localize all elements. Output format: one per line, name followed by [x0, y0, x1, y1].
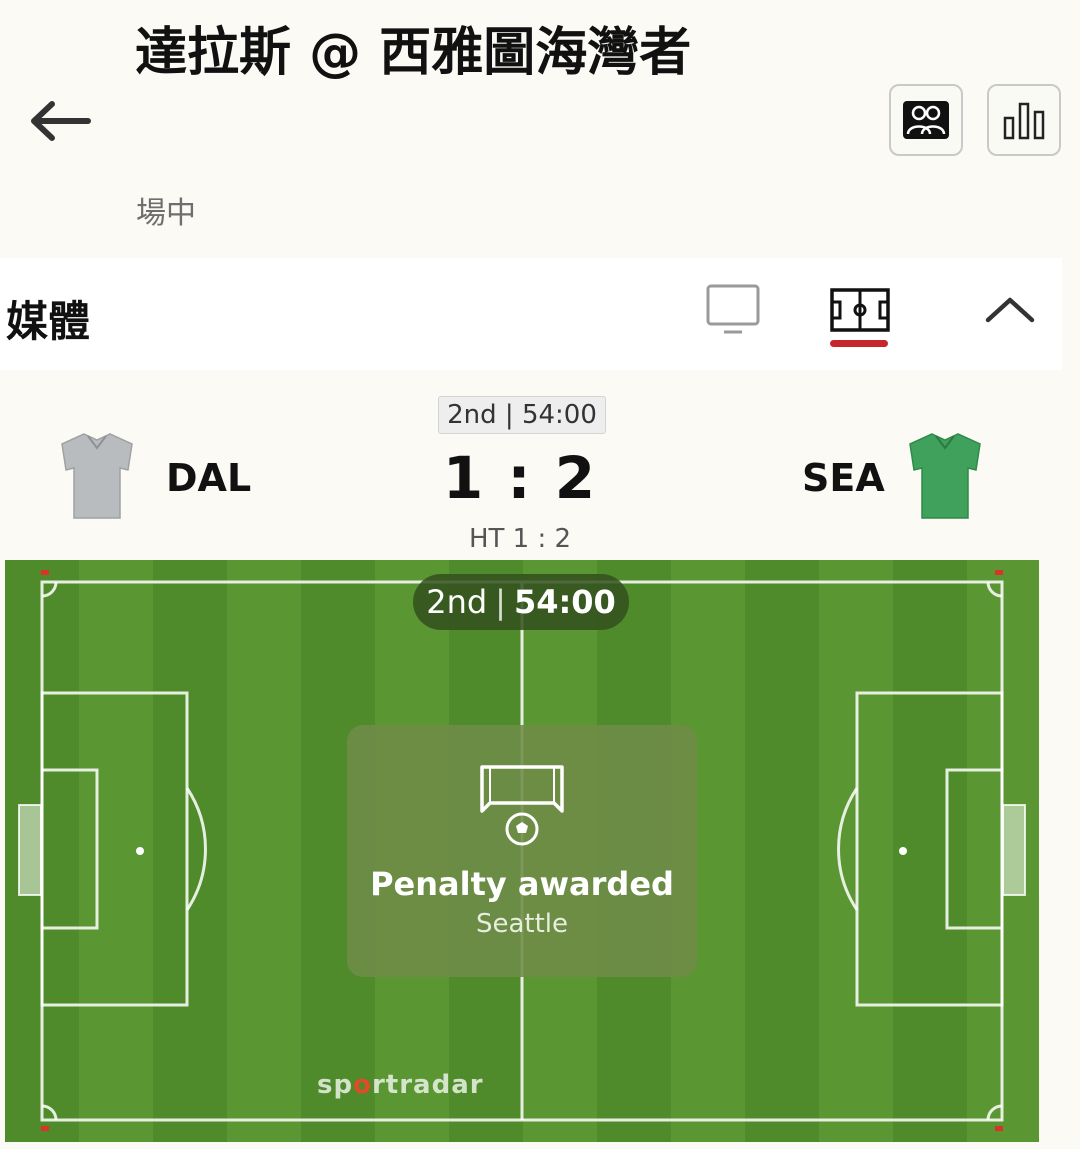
away-shirt-icon — [909, 433, 981, 519]
halftime-score: HT 1 : 2 — [468, 524, 572, 554]
collapse-button[interactable] — [982, 288, 1038, 328]
active-tab-indicator — [830, 340, 888, 347]
page-title: 達拉斯 @ 西雅圖海灣者 — [135, 23, 692, 83]
event-card: Penalty awarded Seattle — [347, 725, 697, 977]
lineups-button[interactable] — [889, 84, 963, 156]
period-time-badge: 2nd | 54:00 — [438, 396, 606, 434]
match-score: 1 : 2 — [442, 444, 598, 512]
media-section-header: 媒體 — [0, 258, 1062, 370]
lineups-icon — [903, 101, 949, 139]
tab-pitch[interactable] — [826, 284, 894, 342]
back-button[interactable] — [26, 96, 92, 146]
penalty-goal-icon — [480, 765, 564, 846]
pitch-time: 54:00 — [513, 583, 616, 621]
tab-tv[interactable] — [700, 280, 766, 340]
home-team-name: DAL — [166, 456, 252, 500]
scoreboard: 2nd | 54:00 DAL 1 : 2 HT 1 : 2 SEA — [0, 370, 1062, 560]
event-team: Seattle — [475, 909, 569, 939]
pitch-clock: 2nd | 54:00 — [413, 574, 629, 630]
chevron-up-icon — [985, 297, 1035, 323]
stats-bar-chart-icon — [1003, 102, 1045, 140]
home-shirt-icon — [61, 433, 133, 519]
arrow-left-icon — [31, 101, 91, 141]
media-title: 媒體 — [6, 297, 91, 346]
pitch-clock-separator: | — [495, 583, 506, 621]
tv-icon — [706, 284, 760, 334]
match-status: 場中 — [136, 196, 196, 231]
match-tracker-pitch[interactable]: 2nd | 54:00 Penalty awarded Seattle spor… — [5, 560, 1039, 1142]
event-title: Penalty awarded — [370, 865, 674, 903]
stats-button[interactable] — [987, 84, 1061, 156]
match-header: 達拉斯 @ 西雅圖海灣者 場中 — [0, 0, 1062, 258]
away-team-name: SEA — [802, 456, 885, 500]
pitch-icon — [830, 288, 890, 332]
sportradar-logo: sportradar — [317, 1070, 484, 1100]
pitch-period: 2nd — [426, 583, 488, 621]
